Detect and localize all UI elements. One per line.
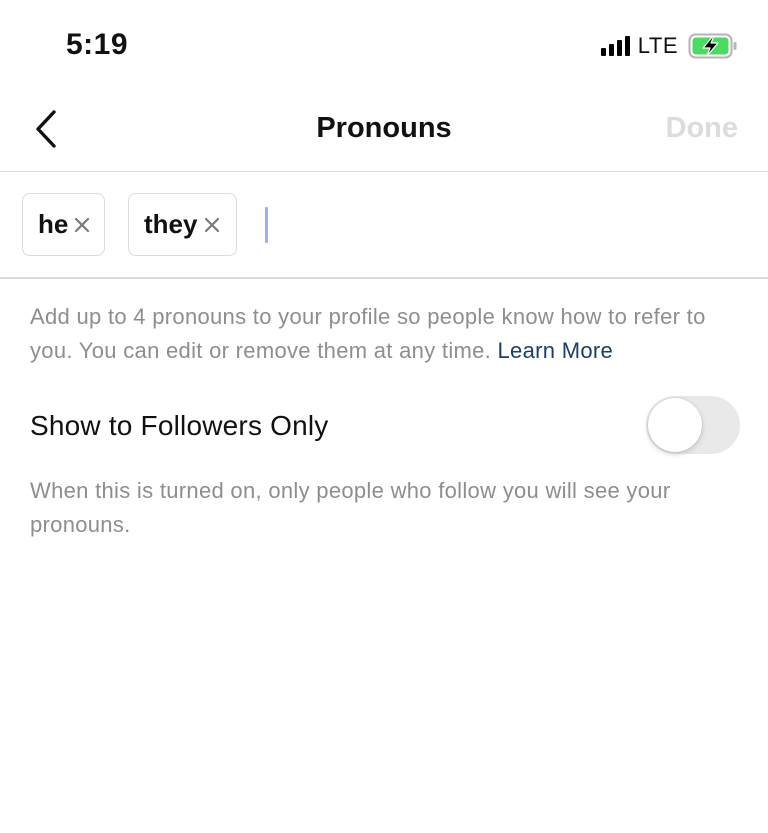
status-indicators: LTE bbox=[600, 33, 738, 59]
toggle-knob bbox=[648, 398, 702, 452]
navigation-bar: Pronouns Done bbox=[0, 90, 768, 172]
signal-bars-icon bbox=[600, 36, 630, 56]
pronoun-chip-he: he bbox=[22, 193, 105, 256]
pronouns-screen: 5:19 LTE Pronouns Done he they Add up to… bbox=[0, 0, 768, 833]
pronoun-chip-label: they bbox=[144, 209, 198, 239]
battery-charging-icon bbox=[688, 33, 738, 59]
pronoun-token-field[interactable]: he they bbox=[0, 173, 768, 279]
pronoun-chip-label: he bbox=[38, 209, 69, 239]
page-title: Pronouns bbox=[316, 112, 452, 144]
status-time: 5:19 bbox=[66, 28, 129, 61]
pronouns-description: Add up to 4 pronouns to your profile so … bbox=[30, 300, 740, 368]
pronoun-chip-they: they bbox=[128, 193, 237, 256]
followers-only-row: Show to Followers Only bbox=[30, 396, 740, 456]
close-icon[interactable] bbox=[74, 216, 90, 234]
close-icon[interactable] bbox=[203, 216, 221, 234]
learn-more-link[interactable]: Learn More bbox=[498, 338, 614, 363]
network-type: LTE bbox=[637, 33, 678, 58]
pronoun-input[interactable] bbox=[262, 197, 742, 253]
followers-only-label: Show to Followers Only bbox=[30, 410, 329, 441]
followers-only-toggle[interactable] bbox=[646, 396, 740, 454]
followers-only-hint: When this is turned on, only people who … bbox=[30, 478, 671, 537]
done-button[interactable]: Done bbox=[666, 112, 739, 145]
status-bar: 5:19 LTE bbox=[0, 0, 768, 90]
